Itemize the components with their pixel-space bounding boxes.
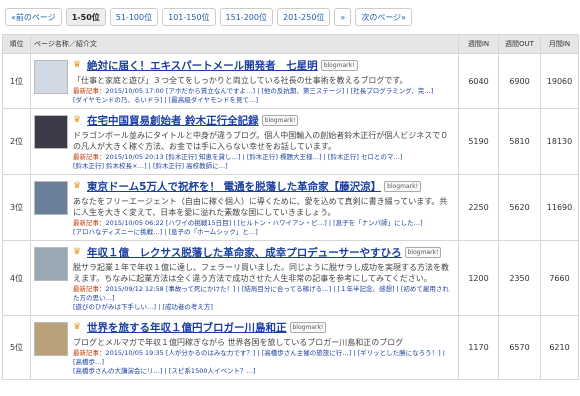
rank-label: 3位 [9,203,24,212]
site-thumbnail[interactable] [34,115,68,149]
week-out-value: 2350 [498,240,541,316]
latest-articles: 最新記事：2015/10/05 06:22 [ハワイの挑戦15日目] | [ヒル… [73,219,455,237]
crown-icon: ♛ [73,59,82,70]
site-title-link[interactable]: 東京ドーム5万人で祝杯を！ 電通を脱藩した革命家【藤沢涼】 [87,179,381,194]
latest-links-2[interactable]: [ダイヤモンドの乃、るいドラ] | [最高級ダイヤモンドを見て…] [73,96,258,104]
week-in-value: 1170 [458,315,499,380]
latest-links-1[interactable]: 2015/10/05 17:00 [アホだから質立なんですよ…] | [他の反抗… [106,87,434,95]
rank-cell: 5位 [2,315,31,380]
next-page-link[interactable]: 次のページ» [355,8,413,26]
rank-label: 5位 [9,343,24,352]
page-cell: ♛ 在宅中国貿易創始者 鈴木正行全記録 blogmark! ドラゴンボール並みに… [30,108,459,175]
page-101-150[interactable]: 101-150位 [162,8,216,26]
site-thumbnail[interactable] [34,181,68,215]
latest-links-1[interactable]: 2015/10/05 20:13 [鈴木正行] 知恵を貸し…] | [鈴木正行]… [106,153,403,161]
rank-label: 1位 [9,76,24,86]
latest-label: 最新記事： [73,219,106,227]
site-description: あなたをフリーエージェント（自由に稼ぐ個人）に導くために、愛を込めて真剣に書き綴… [73,197,448,217]
rank-cell: 2位 [2,108,31,175]
rank-cell: 3位 [2,174,31,241]
site-title-link[interactable]: 世界を旅する年収１億円ブロガー川島和正 [87,320,287,335]
latest-label: 最新記事： [73,349,106,357]
month-in-value: 19060 [540,53,579,109]
latest-articles: 最新記事：2015/09/12 12:58 [事故って死にかけた！] | [結局… [73,285,455,312]
header-rank: 順位 [2,34,31,54]
week-in-value: 5190 [458,108,499,175]
latest-links-2[interactable]: [遊びのひがみは下手しい…] | [成功者の考え方] [73,303,213,311]
site-title-link[interactable]: 年収１億 レクサス脱藩した革命家、成幸プロデューサーやすひろ [87,245,402,260]
table-header: 順位 ページ名称／紹介文 週間IN 週間OUT 月間IN [2,34,579,54]
header-month-in: 月間IN [540,34,579,54]
pagination: «前のページ 1-50位 51-100位 101-150位 151-200位 2… [0,0,580,34]
page-151-200[interactable]: 151-200位 [219,8,273,26]
rank-label: 2位 [9,137,24,146]
site-title-link[interactable]: 在宅中国貿易創始者 鈴木正行全記録 [87,113,259,128]
crown-icon: ♛ [73,246,82,257]
rank-label: 4位 [9,273,24,283]
page-cell: ♛ 東京ドーム5万人で祝杯を！ 電通を脱藩した革命家【藤沢涼】 blogmark… [30,174,459,241]
blogmark-badge[interactable]: blogmark! [404,246,442,258]
latest-links-1[interactable]: 2015/10/05 06:22 [ハワイの挑戦15日目] | [ヒルトン・ハワ… [106,219,423,227]
latest-links-2[interactable]: [アロハなディズニーに挑戦…] | [息子の「ホームシック」と…] [73,228,258,236]
latest-links-1[interactable]: 2015/09/12 12:58 [事故って死にかけた！] | [結局目分に合っ… [73,285,449,302]
week-in-value: 1200 [458,240,499,316]
blogmark-badge[interactable]: blogmark! [289,321,327,333]
page-201-250[interactable]: 201-250位 [276,8,331,26]
header-page: ページ名称／紹介文 [30,34,459,54]
site-description: ドラゴンボール並みにタイトルと中身が違うブログ。個人中国輸入の創始者鈴木正行が個… [73,131,449,151]
latest-links-2[interactable]: [高橋歩さんの大講演会にリ…] | [スピ系1500人イベント？…] [73,367,256,375]
site-thumbnail[interactable] [34,60,68,94]
page-cell: ♛ 年収１億 レクサス脱藩した革命家、成幸プロデューサーやすひろ blogmar… [30,240,459,316]
month-in-value: 18130 [540,108,579,175]
week-out-value: 5620 [498,174,541,241]
week-in-value: 6040 [458,53,499,109]
site-description: ブログとメルマガで年収１億円稼ぎながら 世界各国を旅しているブロガー川島和正のブ… [73,338,404,347]
table-row: 3位 ♛ 東京ドーム5万人で祝杯を！ 電通を脱藩した革命家【藤沢涼】 blogm… [2,174,579,241]
table-row: 5位 ♛ 世界を旅する年収１億円ブロガー川島和正 blogmark! ブログとメ… [2,315,579,380]
blogmark-badge[interactable]: blogmark! [384,180,421,192]
latest-label: 最新記事： [73,153,106,161]
latest-articles: 最新記事：2015/10/05 19:35 [人が分かるのはみな力です？] | … [73,349,455,376]
header-week-out: 週間OUT [498,34,541,54]
crown-icon: ♛ [73,114,82,125]
prev-page-link[interactable]: «前のページ [5,8,62,26]
table-row: 4位 ♛ 年収１億 レクサス脱藩した革命家、成幸プロデューサーやすひろ blog… [2,240,579,316]
latest-articles: 最新記事：2015/10/05 17:00 [アホだから質立なんですよ…] | … [73,87,455,105]
table-row: 2位 ♛ 在宅中国貿易創始者 鈴木正行全記録 blogmark! ドラゴンボール… [2,108,579,175]
site-description: 脱サラ起業１年で年収１億に達し、フェラーリ買いました。同じように脱サラし成功を実… [73,263,449,283]
latest-links-1[interactable]: 2015/10/05 19:35 [人が分かるのはみな力です？] | [高橋歩さ… [73,349,445,366]
page-51-100[interactable]: 51-100位 [109,8,159,26]
week-in-value: 2250 [458,174,499,241]
crown-icon: ♛ [73,321,82,332]
rank-cell: 4位 [2,240,31,316]
month-in-value: 11690 [540,174,579,241]
week-out-value: 5810 [498,108,541,175]
month-in-value: 7660 [540,240,579,316]
blogmark-badge[interactable]: blogmark! [261,114,299,126]
week-out-value: 6570 [498,315,541,380]
site-description: 「仕事と家庭と遊び」３つ全てをしっかりと両立している社長の仕事術を教えるブログで… [73,76,408,85]
latest-label: 最新記事： [73,285,106,293]
table-row: 1位 ♛ 絶対に届く！エキスパートメール開発者 七星明 blogmark! 「仕… [2,53,579,109]
page-cell: ♛ 世界を旅する年収１億円ブロガー川島和正 blogmark! ブログとメルマガ… [30,315,459,380]
latest-links-2[interactable]: [鈴木正行] 鈴木校長×…] | [鈴木正行] 高校教師に…] [73,162,228,170]
site-thumbnail[interactable] [34,322,68,356]
ranking-table: 順位 ページ名称／紹介文 週間IN 週間OUT 月間IN 1位 ♛ 絶対に届く！… [2,34,579,380]
blogmark-badge[interactable]: blogmark! [320,59,358,71]
site-title-link[interactable]: 絶対に届く！エキスパートメール開発者 七星明 [87,58,318,73]
header-week-in: 週間IN [458,34,499,54]
crown-icon: ♛ [73,180,82,191]
rank-cell: 1位 [2,53,31,109]
page-1-50[interactable]: 1-50位 [65,8,106,26]
site-thumbnail[interactable] [34,247,68,281]
week-out-value: 6900 [498,53,541,109]
more-pages-link[interactable]: » [334,8,352,26]
latest-label: 最新記事： [73,87,106,95]
latest-articles: 最新記事：2015/10/05 20:13 [鈴木正行] 知恵を貸し…] | [… [73,153,455,171]
page-cell: ♛ 絶対に届く！エキスパートメール開発者 七星明 blogmark! 「仕事と家… [30,53,459,109]
month-in-value: 6210 [540,315,579,380]
